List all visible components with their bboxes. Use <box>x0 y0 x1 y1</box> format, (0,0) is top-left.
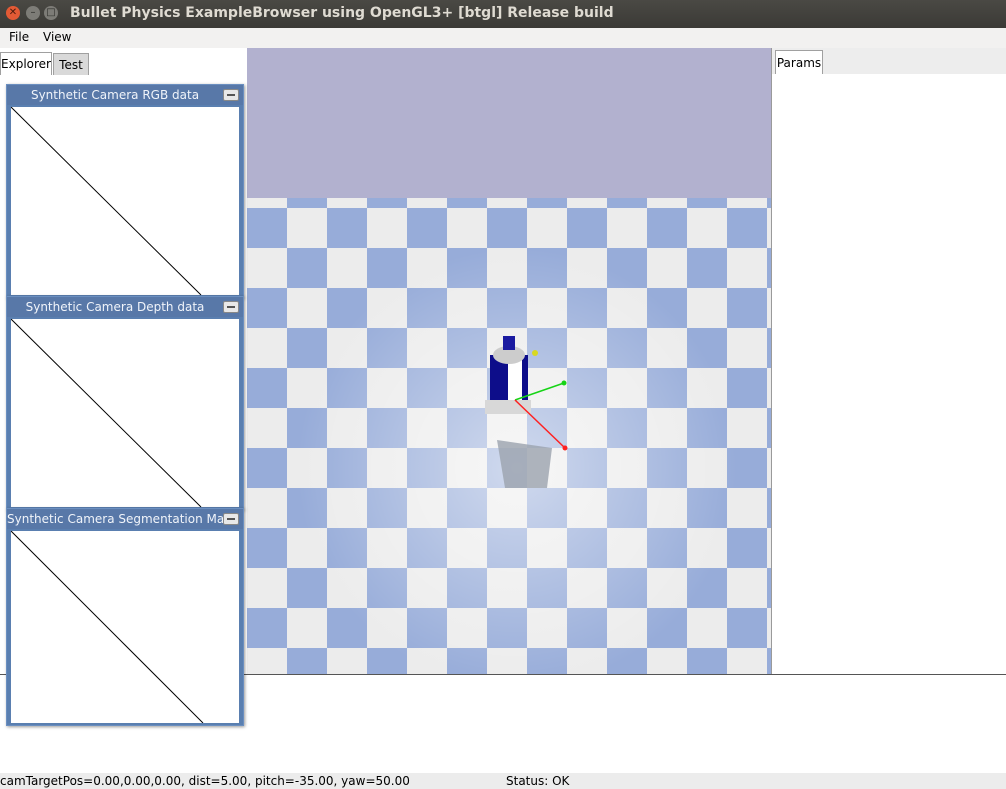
camera-depth-title: Synthetic Camera Depth data <box>25 300 205 314</box>
close-window-icon[interactable]: ✕ <box>6 6 20 20</box>
camera-segmentation-header[interactable]: Synthetic Camera Segmentation Mask <box>7 509 243 529</box>
tab-test[interactable]: Test <box>53 53 89 75</box>
maximize-window-icon[interactable]: □ <box>44 6 58 20</box>
camera-rgb-image <box>11 107 239 295</box>
camera-rgb-title: Synthetic Camera RGB data <box>30 88 200 102</box>
menu-bar: File View <box>0 28 1006 49</box>
menu-file[interactable]: File <box>9 30 29 44</box>
camera-segmentation-image <box>11 531 239 723</box>
minimize-panel-icon[interactable] <box>223 301 239 313</box>
status-bar: camTargetPos=0.00,0.00,0.00, dist=5.00, … <box>0 773 1006 789</box>
params-pane: Params <box>771 48 1006 674</box>
3d-viewport[interactable] <box>247 48 771 674</box>
title-bar: ✕ – □ Bullet Physics ExampleBrowser usin… <box>0 0 1006 28</box>
camera-status-text: camTargetPos=0.00,0.00,0.00, dist=5.00, … <box>0 774 410 788</box>
camera-segmentation-panel[interactable]: Synthetic Camera Segmentation Mask <box>6 508 244 726</box>
menu-view[interactable]: View <box>43 30 71 44</box>
minimize-window-icon[interactable]: – <box>26 6 40 20</box>
status-text: Status: OK <box>506 774 570 788</box>
params-body <box>772 74 1006 674</box>
camera-depth-header[interactable]: Synthetic Camera Depth data <box>7 297 243 317</box>
tab-params[interactable]: Params <box>775 50 823 75</box>
tab-explorer[interactable]: Explorer <box>0 52 52 75</box>
minimize-panel-icon[interactable] <box>223 89 239 101</box>
camera-depth-panel[interactable]: Synthetic Camera Depth data <box>6 296 244 510</box>
minimize-panel-icon[interactable] <box>223 513 239 525</box>
camera-segmentation-title: Synthetic Camera Segmentation Mask <box>7 512 238 526</box>
camera-rgb-header[interactable]: Synthetic Camera RGB data <box>7 85 243 105</box>
camera-depth-image <box>11 319 239 507</box>
camera-rgb-panel[interactable]: Synthetic Camera RGB data <box>6 84 244 298</box>
window-title: Bullet Physics ExampleBrowser using Open… <box>70 5 614 21</box>
